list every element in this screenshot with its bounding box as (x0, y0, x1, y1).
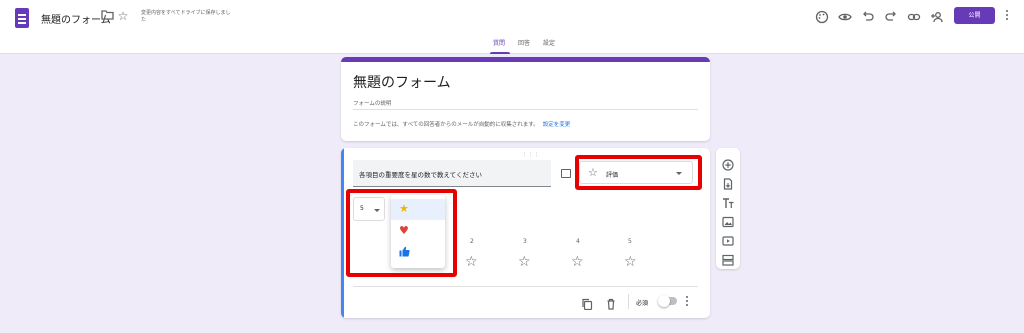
save-status: 変更内容をすべてドライブに保存しました (141, 10, 231, 23)
scale-label-4: 4 (576, 238, 580, 245)
form-title[interactable]: 無題のフォーム (353, 72, 451, 92)
divider (353, 109, 698, 110)
add-section-icon[interactable] (722, 251, 734, 266)
star-icon: ☆ (571, 254, 584, 270)
publish-button[interactable]: 公開 (954, 7, 995, 24)
scale-label-2: 2 (470, 238, 474, 245)
star-icon: ☆ (624, 254, 637, 270)
scale-count-dropdown[interactable]: 5 (353, 197, 385, 221)
question-card[interactable]: ⋮⋮⋮ 各項目の重要度を星の数で教えてください ☆ 評価 5 ★ ♥ 2 3 4… (341, 148, 710, 318)
star-icon: ☆ (518, 254, 531, 270)
add-question-icon[interactable] (722, 156, 734, 171)
scale-label-5: 5 (628, 238, 632, 245)
icon-option-thumbs-up[interactable] (391, 243, 445, 264)
icon-option-star[interactable]: ★ (391, 199, 445, 220)
thumbs-up-icon (399, 246, 410, 261)
add-collaborator-icon[interactable] (930, 9, 946, 25)
active-tab-indicator (490, 52, 510, 54)
palette-icon[interactable] (815, 9, 831, 25)
tab-questions[interactable]: 質問 (493, 38, 505, 47)
more-options-icon[interactable] (1004, 10, 1010, 24)
preview-eye-icon[interactable] (838, 9, 854, 25)
email-collection-text: このフォームでは、すべての回答者からのメールが自動的に収集されます。 (353, 122, 539, 128)
chevron-down-icon (676, 172, 682, 175)
required-label: 必須 (636, 300, 649, 307)
form-title-card: 無題のフォーム フォームの説明 このフォームでは、すべての回答者からのメールが自… (341, 57, 710, 141)
rating-icon-menu: ★ ♥ (391, 195, 445, 268)
redo-icon[interactable] (884, 9, 900, 25)
add-title-icon[interactable] (722, 194, 734, 208)
scale-label-3: 3 (523, 238, 527, 245)
toggle-knob (658, 295, 670, 307)
drag-handle-icon[interactable]: ⋮⋮⋮ (522, 152, 540, 158)
star-icon[interactable]: ☆ (116, 9, 130, 23)
divider (353, 286, 698, 287)
form-description-field[interactable]: フォームの説明 (353, 99, 391, 107)
floating-toolbar (716, 148, 740, 269)
question-type-label: 評価 (606, 172, 619, 179)
question-title-field[interactable]: 各項目の重要度を星の数で教えてください (353, 160, 551, 187)
question-text: 各項目の重要度を星の数で教えてください (359, 171, 482, 179)
change-settings-link[interactable]: 設定を変更 (543, 122, 571, 128)
duplicate-icon[interactable] (581, 295, 593, 311)
undo-icon[interactable] (861, 9, 877, 25)
delete-icon[interactable] (605, 295, 617, 310)
divider (628, 294, 629, 309)
icon-option-heart[interactable]: ♥ (391, 221, 445, 242)
title-accent-bar (341, 57, 710, 62)
folder-icon[interactable] (100, 9, 114, 23)
star-icon: ★ (399, 202, 409, 215)
heart-icon: ♥ (399, 224, 409, 237)
add-video-icon[interactable] (722, 232, 734, 246)
tab-responses[interactable]: 回答 (518, 38, 530, 47)
star-icon: ☆ (465, 254, 478, 270)
import-questions-icon[interactable] (722, 175, 734, 190)
required-toggle[interactable] (658, 295, 677, 307)
email-collection-note: このフォームでは、すべての回答者からのメールが自動的に収集されます。 設定を変更 (353, 120, 570, 128)
tab-settings[interactable]: 設定 (543, 38, 555, 47)
active-question-bar (341, 148, 344, 318)
scale-count-value: 5 (360, 205, 364, 212)
forms-app-icon[interactable] (15, 8, 29, 28)
chevron-down-icon (374, 209, 380, 212)
rating-star-icon: ☆ (588, 166, 598, 179)
add-image-icon[interactable] (722, 213, 734, 228)
link-icon[interactable] (907, 9, 923, 25)
add-image-icon[interactable] (561, 169, 571, 178)
question-type-dropdown[interactable]: ☆ 評価 (579, 161, 693, 184)
app-header: 無題のフォーム ☆ 変更内容をすべてドライブに保存しました 公開 質問 回答 設… (0, 0, 1024, 54)
question-more-options-icon[interactable] (685, 296, 689, 308)
